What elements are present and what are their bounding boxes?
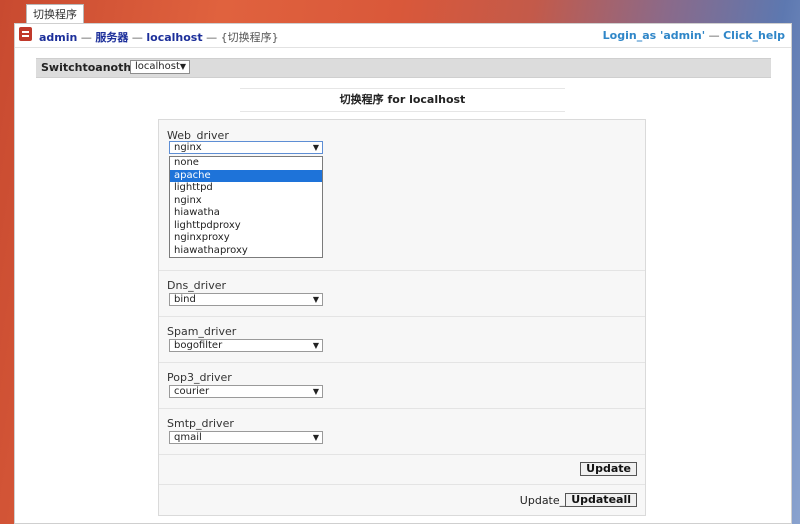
server-icon [19, 27, 32, 41]
dropdown-option[interactable]: hiawathaproxy [170, 245, 322, 258]
breadcrumb-host-link[interactable]: localhost [146, 31, 202, 44]
top-links: Login_as 'admin' — Click_help [603, 29, 785, 42]
dns-driver-select[interactable]: bind ▼ [169, 293, 323, 306]
update-button[interactable]: Update [580, 462, 637, 476]
page-title: 切换程序 for localhost [240, 88, 565, 112]
chevron-down-icon: ▼ [312, 143, 319, 152]
top-bar: admin — 服务器 — localhost — {切换程序} Login_a… [15, 24, 791, 48]
update-all-button[interactable]: Updateall [565, 493, 637, 507]
smtp-driver-row: Smtp_driver qmail ▼ [159, 408, 645, 455]
chevron-down-icon: ▼ [179, 62, 186, 71]
update-row: Update [159, 454, 645, 485]
breadcrumb-admin-link[interactable]: admin [39, 31, 77, 44]
web-driver-select[interactable]: nginx ▼ [169, 141, 323, 154]
chevron-down-icon: ▼ [312, 433, 319, 442]
breadcrumb-separator: — [202, 31, 221, 44]
chevron-down-icon: ▼ [312, 341, 319, 350]
dropdown-option[interactable]: nginxproxy [170, 232, 322, 245]
breadcrumb: admin — 服务器 — localhost — {切换程序} [39, 29, 279, 45]
web-driver-dropdown: none apache lighttpd nginx hiawatha ligh… [169, 156, 323, 258]
chevron-down-icon: ▼ [312, 295, 319, 304]
dns-driver-row: Dns_driver bind ▼ [159, 270, 645, 317]
spam-driver-value: bogofilter [174, 340, 223, 351]
dropdown-option[interactable]: none [170, 157, 322, 170]
update-all-row: Update_all Updateall [159, 484, 645, 515]
smtp-driver-label: Smtp_driver [167, 417, 234, 430]
pop3-driver-label: Pop3_driver [167, 371, 232, 384]
breadcrumb-separator: — [128, 31, 147, 44]
dropdown-option[interactable]: lighttpd [170, 182, 322, 195]
tab-switch-program[interactable]: 切换程序 [26, 4, 84, 25]
pop3-driver-row: Pop3_driver courier ▼ [159, 362, 645, 409]
dns-driver-label: Dns_driver [167, 279, 227, 292]
breadcrumb-current: {切换程序} [220, 31, 279, 44]
switch-host-value: localhost [135, 61, 180, 72]
spam-driver-select[interactable]: bogofilter ▼ [169, 339, 323, 352]
dropdown-option[interactable]: hiawatha [170, 207, 322, 220]
smtp-driver-value: qmail [174, 432, 202, 443]
spam-driver-row: Spam_driver bogofilter ▼ [159, 316, 645, 363]
smtp-driver-select[interactable]: qmail ▼ [169, 431, 323, 444]
pop3-driver-select[interactable]: courier ▼ [169, 385, 323, 398]
login-as-link[interactable]: Login_as 'admin' [603, 29, 705, 42]
dropdown-option[interactable]: nginx [170, 195, 322, 208]
breadcrumb-separator: — [77, 31, 96, 44]
switch-label: Switchtoanother [41, 61, 145, 74]
switch-host-select[interactable]: localhost ▼ [130, 60, 190, 74]
spam-driver-label: Spam_driver [167, 325, 237, 338]
breadcrumb-servers-link[interactable]: 服务器 [95, 31, 128, 44]
dropdown-option-highlighted[interactable]: apache [170, 169, 322, 182]
chevron-down-icon: ▼ [312, 387, 319, 396]
web-driver-value: nginx [174, 142, 202, 153]
pop3-driver-value: courier [174, 386, 210, 397]
help-link[interactable]: Click_help [723, 29, 785, 42]
dns-driver-value: bind [174, 294, 196, 305]
main-panel: admin — 服务器 — localhost — {切换程序} Login_a… [14, 23, 792, 524]
switch-bar: Switchtoanother localhost ▼ [36, 58, 771, 78]
dropdown-option[interactable]: lighttpdproxy [170, 220, 322, 233]
top-links-separator: — [705, 29, 724, 42]
